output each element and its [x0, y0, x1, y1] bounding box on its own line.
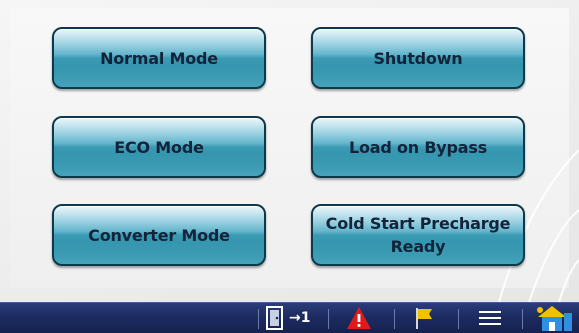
shutdown-button[interactable]: Shutdown: [311, 27, 525, 89]
cold-start-precharge-button[interactable]: Cold Start Precharge Ready: [311, 204, 525, 266]
eco-mode-label: ECO Mode: [114, 137, 204, 157]
menu-button[interactable]: [478, 303, 502, 333]
load-on-bypass-button[interactable]: Load on Bypass: [311, 116, 525, 178]
alarm-button[interactable]: [346, 303, 372, 333]
home-icon: [537, 306, 572, 331]
taskbar-separator: [328, 309, 329, 329]
status-taskbar: →1: [0, 302, 579, 333]
door-login-icon: [266, 306, 283, 330]
login-indicator[interactable]: →1: [265, 303, 310, 333]
converter-mode-label: Converter Mode: [88, 225, 230, 245]
menu-icon: [479, 311, 501, 325]
main-screen: Normal Mode Shutdown ECO Mode Load on By…: [0, 0, 579, 302]
taskbar-separator: [394, 309, 395, 329]
load-on-bypass-label: Load on Bypass: [348, 137, 488, 157]
taskbar-separator: [522, 309, 523, 329]
cold-start-precharge-label: Cold Start Precharge Ready: [326, 212, 511, 258]
login-level-text: →1: [289, 310, 311, 326]
taskbar-separator: [258, 309, 259, 329]
normal-mode-button[interactable]: Normal Mode: [52, 27, 266, 89]
alarm-warning-icon: [347, 307, 371, 329]
taskbar-separator: [458, 309, 459, 329]
cold-start-line1: Cold Start Precharge: [325, 214, 511, 233]
eco-mode-button[interactable]: ECO Mode: [52, 116, 266, 178]
shutdown-label: Shutdown: [373, 48, 463, 68]
event-flag-icon: [416, 308, 432, 329]
normal-mode-label: Normal Mode: [100, 48, 218, 68]
converter-mode-button[interactable]: Converter Mode: [52, 204, 266, 266]
home-button[interactable]: [534, 303, 574, 333]
cold-start-line2: Ready: [390, 237, 446, 256]
event-button[interactable]: [412, 303, 436, 333]
